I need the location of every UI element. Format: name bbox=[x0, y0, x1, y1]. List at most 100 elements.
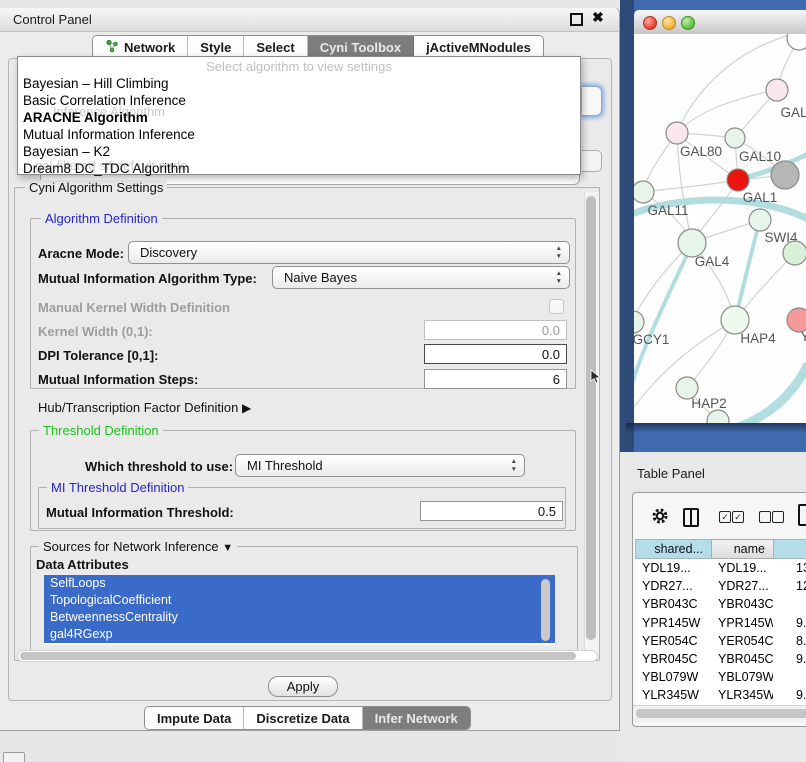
checked-checkbox-icon[interactable]: ✓ bbox=[719, 511, 731, 523]
node-gal11[interactable] bbox=[634, 181, 654, 203]
attribute-item[interactable]: TopologicalCoefficient bbox=[44, 592, 555, 609]
mi-type-value: Naive Bayes bbox=[284, 270, 357, 285]
mi-type-label: Mutual Information Algorithm Type: bbox=[38, 271, 257, 286]
dpi-tolerance-label: DPI Tolerance [0,1]: bbox=[38, 348, 158, 363]
table-cell: YBR045C bbox=[711, 650, 773, 668]
gear-icon[interactable] bbox=[651, 507, 669, 525]
node[interactable] bbox=[707, 410, 729, 423]
control-panel-title: Control Panel bbox=[13, 12, 92, 27]
tab-jactivemnodules[interactable]: jActiveMNodules bbox=[414, 36, 543, 58]
attributes-scrollbar-thumb[interactable] bbox=[541, 579, 550, 641]
aracne-mode-select[interactable]: Discovery ▲▼ bbox=[128, 241, 570, 264]
table-row[interactable]: YBR043CYBR043C bbox=[635, 595, 806, 613]
sources-title-text: Sources for Network Inference bbox=[43, 539, 219, 554]
table-horizontal-scrollbar-thumb[interactable] bbox=[636, 709, 806, 718]
zoom-traffic-light[interactable] bbox=[681, 16, 695, 30]
tab-discretize-data[interactable]: Discretize Data bbox=[244, 707, 362, 729]
node-swi4[interactable] bbox=[749, 209, 771, 231]
table-row[interactable]: YER054CYER054C8. bbox=[635, 632, 806, 650]
collapsed-widget[interactable] bbox=[3, 752, 25, 762]
kernel-width-field[interactable]: 0.0 bbox=[424, 320, 567, 340]
settings-vertical-scrollbar-thumb[interactable] bbox=[586, 196, 596, 640]
which-threshold-select[interactable]: MI Threshold ▲▼ bbox=[235, 454, 525, 477]
network-graph[interactable]: GALGAL80GAL10GAL1GAL11SWI4GAL4GCY1HAP4YH… bbox=[634, 34, 806, 423]
tab-infer-network[interactable]: Infer Network bbox=[363, 707, 470, 729]
table-cell: YBR043C bbox=[635, 595, 711, 613]
mi-threshold-label: Mutual Information Threshold: bbox=[46, 505, 234, 520]
tab-cyni-toolbox[interactable]: Cyni Toolbox bbox=[308, 36, 414, 58]
node-gal[interactable] bbox=[766, 79, 788, 101]
table-panel-card: ✓ ✓ shared...nameA YDL19...YDL19...13YDR… bbox=[632, 492, 806, 727]
node[interactable] bbox=[771, 161, 799, 189]
manual-kernel-checkbox[interactable] bbox=[549, 299, 564, 314]
table-cell: YDR27... bbox=[635, 577, 711, 595]
mi-steps-field[interactable]: 6 bbox=[424, 369, 567, 389]
dpi-tolerance-field[interactable]: 0.0 bbox=[424, 344, 567, 364]
algorithm-option[interactable]: Mutual Information Inference bbox=[18, 126, 580, 143]
node[interactable] bbox=[783, 241, 806, 265]
network-window-titlebar[interactable] bbox=[634, 10, 806, 35]
ghost-network-select-label: gal-filtered sif default node bbox=[35, 158, 187, 173]
node[interactable] bbox=[787, 34, 806, 50]
node-gal4[interactable] bbox=[678, 229, 706, 257]
data-attributes-label: Data Attributes bbox=[36, 557, 129, 572]
tab-label: Select bbox=[256, 40, 294, 55]
hub-definition-label: Hub/Transcription Factor Definition bbox=[38, 400, 238, 415]
which-threshold-label: Which threshold to use: bbox=[85, 459, 233, 474]
tab-style[interactable]: Style bbox=[188, 36, 244, 58]
tab-impute-data[interactable]: Impute Data bbox=[145, 707, 244, 729]
attribute-item[interactable]: gal4RGexp bbox=[44, 626, 555, 643]
table-row[interactable]: YBL079WYBL079W bbox=[635, 668, 806, 686]
node-label: GCY1 bbox=[634, 332, 669, 347]
node-gcy1[interactable] bbox=[634, 311, 644, 333]
table-row[interactable]: YLR345WYLR345W9. bbox=[635, 686, 806, 704]
node-gal1[interactable] bbox=[727, 169, 749, 191]
table-row[interactable]: YDL19...YDL19...13 bbox=[635, 559, 806, 577]
mi-threshold-field[interactable]: 0.5 bbox=[420, 501, 563, 521]
tab-select[interactable]: Select bbox=[244, 36, 307, 58]
float-window-icon[interactable] bbox=[570, 13, 583, 26]
hub-definition-toggle[interactable]: Hub/Transcription Factor Definition ▶ bbox=[38, 400, 251, 415]
settings-group-title: Cyni Algorithm Settings bbox=[25, 180, 167, 195]
node-gal80[interactable] bbox=[666, 122, 688, 144]
sources-group-title[interactable]: Sources for Network Inference ▼ bbox=[39, 539, 237, 554]
node-hap4[interactable] bbox=[721, 306, 749, 334]
tab-label: Style bbox=[200, 40, 231, 55]
control-panel-titlebar[interactable] bbox=[0, 8, 619, 32]
table-cell: YBR043C bbox=[711, 595, 773, 613]
table-panel-title: Table Panel bbox=[637, 466, 705, 481]
column-header[interactable]: shared... bbox=[635, 539, 711, 559]
table-horizontal-scrollbar[interactable] bbox=[633, 705, 806, 722]
data-attributes-list[interactable]: SelfLoopsTopologicalCoefficientBetweenne… bbox=[44, 575, 555, 645]
close-panel-icon[interactable]: ✖ bbox=[592, 9, 604, 26]
checked-checkbox-icon[interactable]: ✓ bbox=[732, 511, 744, 523]
table-cell: 8. bbox=[773, 632, 806, 650]
unchecked-checkbox-icon[interactable] bbox=[759, 511, 771, 523]
column-header[interactable]: name bbox=[711, 539, 773, 559]
tab-network[interactable]: Network bbox=[93, 36, 188, 58]
minimize-traffic-light[interactable] bbox=[662, 16, 676, 30]
column-header[interactable]: A bbox=[773, 539, 806, 559]
tab-label: jActiveMNodules bbox=[426, 40, 531, 55]
table-row[interactable]: YDR27...YDR27...12 bbox=[635, 577, 806, 595]
table-row[interactable]: YPR145WYPR145W9. bbox=[635, 614, 806, 632]
table-row[interactable]: YBR045CYBR045C9. bbox=[635, 650, 806, 668]
algorithm-option[interactable]: Bayesian – Hill Climbing bbox=[18, 75, 580, 92]
table-cell: 13 bbox=[773, 559, 806, 577]
node-label: HAP4 bbox=[740, 331, 776, 346]
attribute-item[interactable]: BetweennessCentrality bbox=[44, 609, 555, 626]
mi-type-select[interactable]: Naive Bayes ▲▼ bbox=[272, 266, 570, 289]
close-traffic-light[interactable] bbox=[643, 16, 657, 30]
columns-icon[interactable] bbox=[683, 508, 699, 527]
node-gal10[interactable] bbox=[725, 128, 745, 148]
apply-button[interactable]: Apply bbox=[268, 676, 338, 697]
attribute-item[interactable]: SelfLoops bbox=[44, 575, 555, 592]
file-icon[interactable] bbox=[798, 504, 806, 526]
unchecked-checkbox-icon[interactable] bbox=[772, 511, 784, 523]
kernel-width-label: Kernel Width (0,1): bbox=[38, 324, 153, 339]
node-label: HAP2 bbox=[691, 396, 726, 411]
algorithm-dropdown-popup: Inference Algorithm gal-filtered sif def… bbox=[17, 56, 581, 175]
node-label: GAL4 bbox=[695, 254, 730, 269]
table-header-row: shared...nameA bbox=[635, 539, 806, 559]
settings-horizontal-scrollbar-thumb[interactable] bbox=[20, 652, 576, 660]
